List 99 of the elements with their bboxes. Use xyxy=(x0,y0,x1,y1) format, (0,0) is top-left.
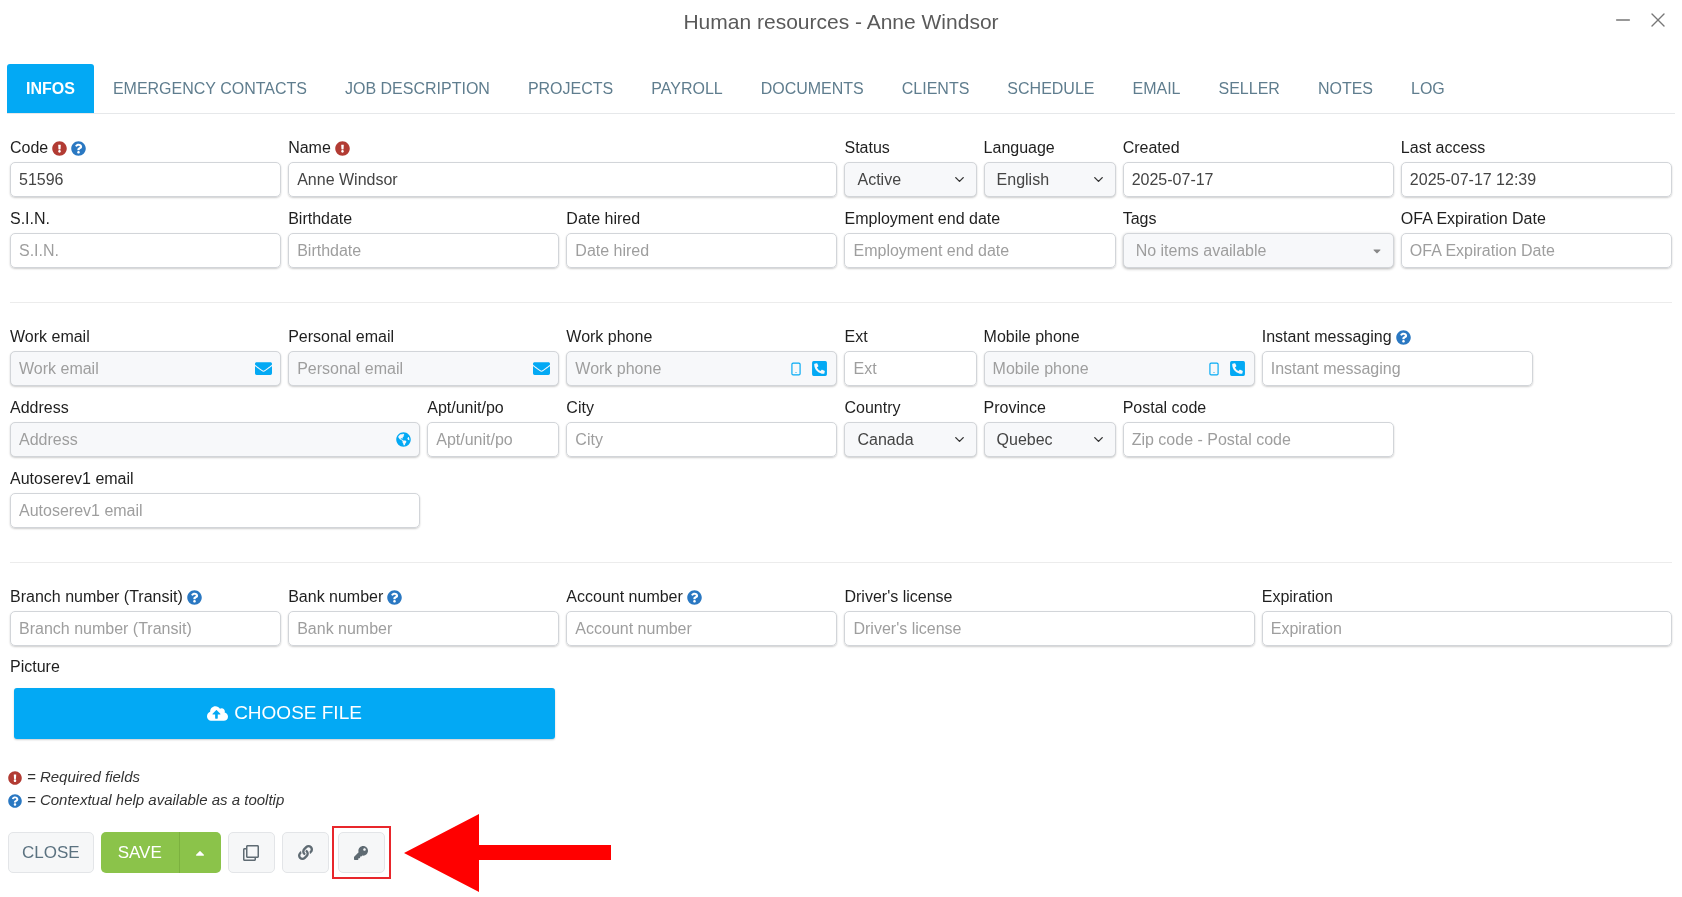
field-label: Name xyxy=(288,138,331,158)
globe-icon xyxy=(396,432,412,447)
help-icon[interactable] xyxy=(1395,329,1411,345)
input-field[interactable]: Expiration xyxy=(1261,611,1672,646)
field-label: Instant messaging xyxy=(1261,327,1392,347)
field-label: Work phone xyxy=(566,327,653,347)
legend-text: = Required fields xyxy=(27,767,140,788)
key-button[interactable] xyxy=(337,832,385,873)
input-field[interactable]: Employment end date xyxy=(844,233,1116,268)
field-label: Province xyxy=(983,398,1046,418)
tab[interactable]: DOCUMENTS xyxy=(741,64,883,113)
copy-button[interactable] xyxy=(227,832,275,873)
field-label: Expiration xyxy=(1261,587,1333,607)
input-field[interactable]: City xyxy=(566,422,838,457)
select-field[interactable]: Quebec xyxy=(983,422,1116,457)
field-label: Branch number (Transit) xyxy=(10,587,183,607)
help-icon[interactable] xyxy=(186,589,202,605)
tab[interactable]: NOTES xyxy=(1298,64,1392,113)
field-label: Driver's license xyxy=(844,587,953,607)
field-label: S.I.N. xyxy=(10,209,50,229)
tab[interactable]: INFOS xyxy=(7,64,94,113)
phone-field[interactable]: Mobile phone xyxy=(983,351,1255,386)
field-label: Ext xyxy=(844,327,868,347)
input-field[interactable]: Branch number (Transit) xyxy=(10,611,282,646)
envelope-icon xyxy=(255,360,273,377)
input-field[interactable]: Autoserev1 email xyxy=(10,493,421,528)
tab[interactable]: EMAIL xyxy=(1113,64,1200,113)
address-field[interactable]: Address xyxy=(10,422,421,457)
select-field[interactable]: English xyxy=(983,162,1116,197)
input-field[interactable]: OFA Expiration Date xyxy=(1400,233,1672,268)
input-field[interactable]: Ext xyxy=(844,351,977,386)
tab[interactable]: PAYROLL xyxy=(632,64,742,113)
input-field[interactable]: Account number xyxy=(566,611,838,646)
field-label: Date hired xyxy=(566,209,641,229)
link-button[interactable] xyxy=(281,832,329,873)
field-label: Postal code xyxy=(1122,398,1207,418)
close-button[interactable]: CLOSE xyxy=(8,832,94,873)
field-label: Birthdate xyxy=(288,209,353,229)
select-field[interactable]: Active xyxy=(844,162,977,197)
input-field[interactable]: Driver's license xyxy=(844,611,1255,646)
field-label: City xyxy=(566,398,594,418)
tab[interactable]: CLIENTS xyxy=(882,64,989,113)
field-label: Account number xyxy=(566,587,683,607)
cloud-upload-icon xyxy=(207,703,229,724)
input-field[interactable]: Instant messaging xyxy=(1261,351,1533,386)
phone-field[interactable]: Work phone xyxy=(566,351,838,386)
field-label: Work email xyxy=(10,327,90,347)
field-label: Country xyxy=(844,398,901,418)
help-icon[interactable] xyxy=(686,589,702,605)
mobile-phone-icon xyxy=(1206,361,1221,376)
tab[interactable]: SCHEDULE xyxy=(988,64,1114,113)
input-field[interactable]: Bank number xyxy=(288,611,560,646)
mobile-phone-icon xyxy=(789,361,804,376)
input-field[interactable]: Zip code - Postal code xyxy=(1122,422,1394,457)
help-icon[interactable] xyxy=(387,589,403,605)
legend-text: = Contextual help available as a tooltip xyxy=(27,790,285,811)
field-label: Address xyxy=(10,398,69,418)
field-label: Language xyxy=(983,138,1055,158)
phone-icon xyxy=(811,360,829,377)
input-field[interactable]: Apt/unit/po xyxy=(427,422,560,457)
link-icon xyxy=(297,845,313,860)
help-icon xyxy=(8,793,22,808)
copy-icon xyxy=(243,844,260,861)
field-label: Created xyxy=(1122,138,1180,158)
field-label: Code xyxy=(10,138,49,158)
field-label: Status xyxy=(844,138,890,158)
readonly-field[interactable]: 2025-07-17 xyxy=(1122,162,1394,197)
tags-field[interactable]: No items available xyxy=(1122,233,1394,268)
field-label: Bank number xyxy=(288,587,384,607)
choose-file-button[interactable]: CHOOSE FILE xyxy=(14,688,555,739)
input-field[interactable]: Anne Windsor xyxy=(288,162,838,197)
field-label: Autoserev1 email xyxy=(10,469,134,489)
field-label: OFA Expiration Date xyxy=(1400,209,1546,229)
tab[interactable]: EMERGENCY CONTACTS xyxy=(93,64,326,113)
phone-icon xyxy=(1228,360,1246,377)
exclamation-icon xyxy=(8,770,22,785)
input-field[interactable]: 51596 xyxy=(10,162,282,197)
select-field[interactable]: Canada xyxy=(844,422,977,457)
field-label: Personal email xyxy=(288,327,394,347)
field-label: Last access xyxy=(1400,138,1486,158)
email-field[interactable]: Personal email xyxy=(288,351,560,386)
tab[interactable]: JOB DESCRIPTION xyxy=(326,64,509,113)
field-label: Employment end date xyxy=(844,209,1001,229)
window-title: Human resources - Anne Windsor xyxy=(683,9,999,36)
input-field[interactable]: S.I.N. xyxy=(10,233,282,268)
field-label: Picture xyxy=(10,657,60,677)
tab[interactable]: LOG xyxy=(1392,64,1464,113)
help-icon[interactable] xyxy=(71,140,87,156)
email-field[interactable]: Work email xyxy=(10,351,282,386)
readonly-field[interactable]: 2025-07-17 12:39 xyxy=(1400,162,1672,197)
key-icon xyxy=(354,845,369,860)
field-label: Mobile phone xyxy=(983,327,1080,347)
field-label: Apt/unit/po xyxy=(427,398,504,418)
tab[interactable]: SELLER xyxy=(1199,64,1299,113)
field-label: Tags xyxy=(1122,209,1157,229)
tab[interactable]: PROJECTS xyxy=(508,64,633,113)
envelope-icon xyxy=(533,360,551,377)
input-field[interactable]: Date hired xyxy=(566,233,838,268)
input-field[interactable]: Birthdate xyxy=(288,233,560,268)
